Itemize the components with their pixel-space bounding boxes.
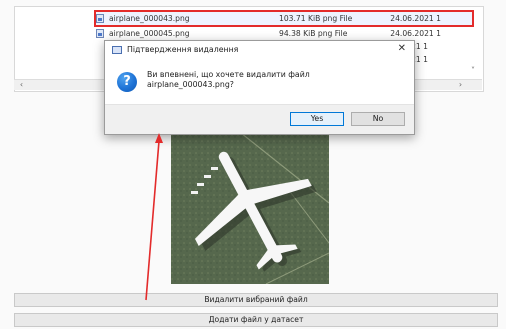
app-icon [112,45,122,54]
dialog-message: Ви впевнені, що хочете видалити файл air… [147,70,310,89]
file-size: 94.38 KiB png File [279,29,348,38]
dialog-title: Підтвердження видалення [127,45,239,54]
file-date: 24.06.2021 1 [390,14,441,23]
file-date: 24.06.2021 1 [390,29,441,38]
scroll-right-icon[interactable]: › [455,80,466,90]
dialog-footer: Yes No [105,104,414,134]
image-preview [171,133,329,284]
airplane-image [171,133,329,284]
no-button[interactable]: No [351,112,405,126]
confirm-delete-dialog[interactable]: Підтвердження видалення ✕ ? Ви впевнені,… [104,40,415,135]
file-row-selected[interactable]: airplane_000043.png 103.71 KiB png File … [94,10,474,27]
dialog-body: ? Ви впевнені, що хочете видалити файл a… [105,58,414,104]
dialog-titlebar[interactable]: Підтвердження видалення ✕ [105,41,414,58]
file-name: airplane_000045.png [109,29,190,38]
delete-file-button[interactable]: Видалити вибраний файл [14,293,498,307]
question-icon: ? [117,72,137,92]
png-file-icon [96,14,104,23]
png-file-icon [96,29,104,38]
file-row[interactable]: airplane_000045.png 94.38 KiB png File 2… [96,27,472,40]
yes-button[interactable]: Yes [290,112,344,126]
scroll-left-icon[interactable]: ‹ [16,80,27,90]
file-size: 103.71 KiB png File [279,14,353,23]
file-name: airplane_000043.png [109,14,190,23]
close-icon[interactable]: ✕ [398,43,406,54]
add-file-button[interactable]: Додати файл у датасет [14,313,498,327]
scroll-down-icon[interactable]: ˅ [468,66,478,76]
